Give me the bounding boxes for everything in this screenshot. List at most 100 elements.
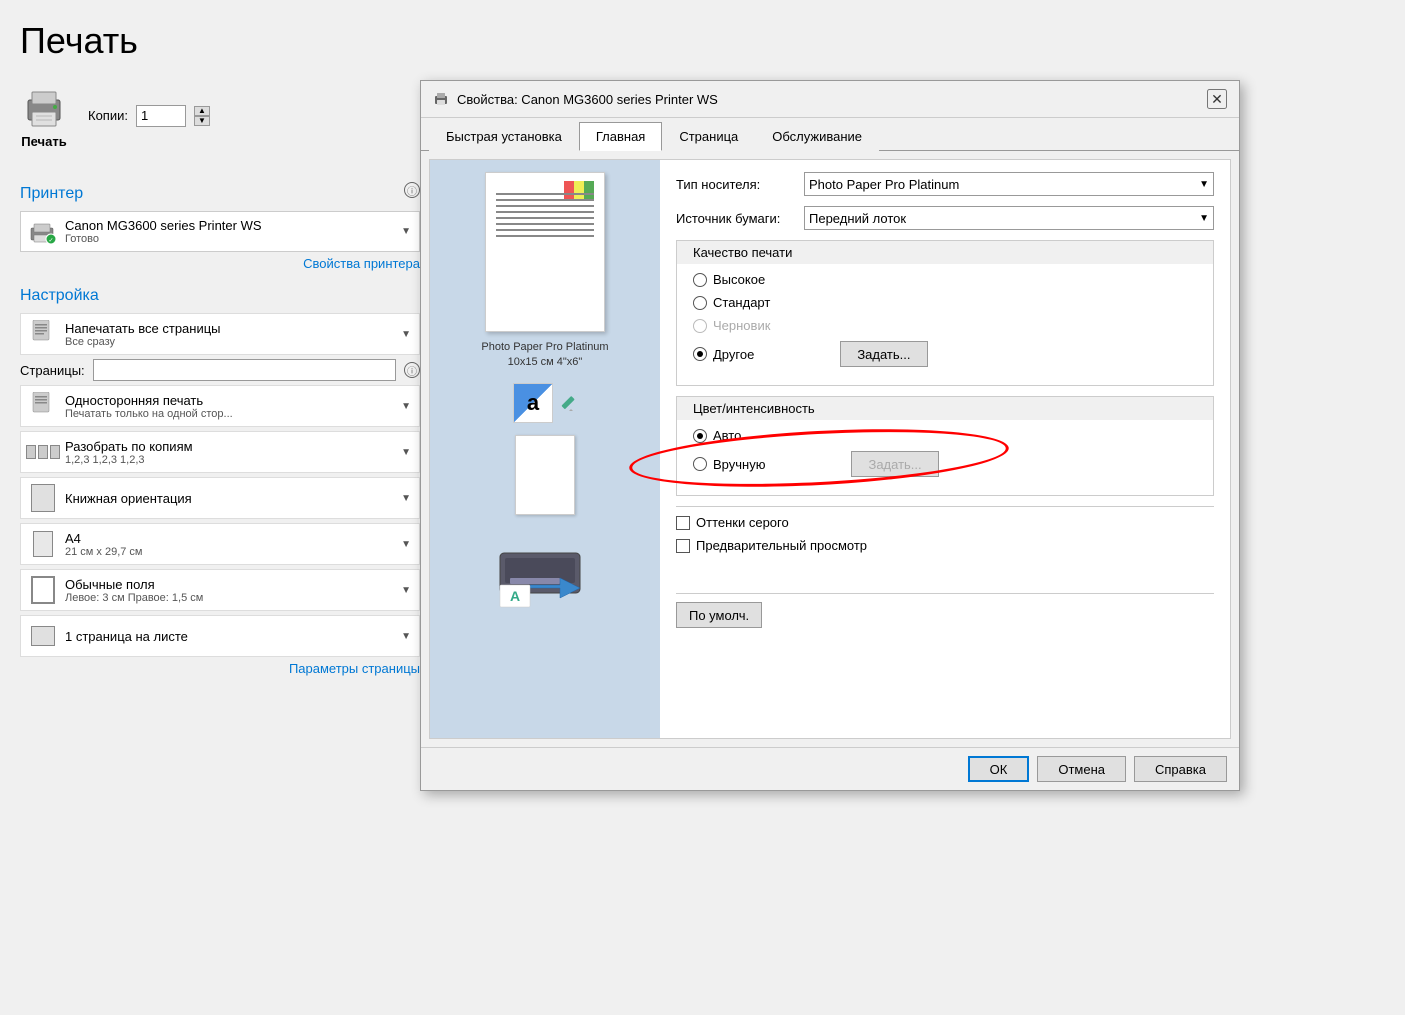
printer-icon	[20, 82, 68, 130]
media-type-select[interactable]: Photo Paper Pro Platinum ▼	[804, 172, 1214, 196]
printer-section-title: Принтер	[20, 185, 404, 203]
preview-line-1	[496, 193, 594, 195]
quality-radio-row-2: Черновик	[693, 318, 928, 333]
perpage-icon	[31, 626, 55, 646]
paper-size-icon	[33, 531, 53, 557]
pages-input[interactable]	[93, 359, 396, 381]
quality-radio-1[interactable]	[693, 296, 707, 310]
setup-item-3[interactable]: Книжная ориентация ▼	[20, 477, 420, 519]
color-radio-0[interactable]	[693, 429, 707, 443]
tab-page[interactable]: Страница	[662, 122, 755, 151]
setup-item-4[interactable]: А4 21 см х 29,7 см ▼	[20, 523, 420, 565]
printer-properties-link[interactable]: Свойства принтера	[20, 256, 420, 271]
printer-status: Готово	[65, 233, 393, 245]
setup-item-title-2: Разобрать по копиям	[65, 439, 393, 454]
setup-item-1[interactable]: Односторонняя печать Печатать только на …	[20, 385, 420, 427]
copies-input[interactable]	[136, 105, 186, 127]
grayscale-label: Оттенки серого	[696, 515, 789, 530]
collate-page-1	[26, 445, 36, 459]
paper-source-select[interactable]: Передний лоток ▼	[804, 206, 1214, 230]
dialog-footer: ОК Отмена Справка	[421, 747, 1239, 790]
print-button-label: Печать	[21, 134, 66, 149]
setup-item-5[interactable]: Обычные поля Левое: 3 см Правое: 1,5 см …	[20, 569, 420, 611]
setup-section: Напечатать все страницы Все сразу ▼ Стра…	[20, 313, 420, 657]
print-panel: Печать Печать Копии: ▲ ▼ Принтер ⓘ	[20, 20, 420, 676]
quality-radio-0[interactable]	[693, 273, 707, 287]
preview-line-5	[496, 217, 594, 219]
svg-text:✓: ✓	[48, 238, 53, 244]
setup-item-2[interactable]: Разобрать по копиям 1,2,3 1,2,3 1,2,3 ▼	[20, 431, 420, 473]
setup-item-title-1: Односторонняя печать	[65, 393, 393, 408]
quality-radios: Высокое Стандарт Черновик	[693, 272, 928, 375]
dialog-tabs: Быстрая установка Главная Страница Обслу…	[421, 122, 1239, 151]
print-icon-button[interactable]: Печать	[20, 82, 68, 149]
grayscale-row[interactable]: Оттенки серого	[676, 515, 1214, 530]
quality-radio-row-3[interactable]: Другое Задать...	[693, 341, 928, 367]
print-button-row: Печать Копии: ▲ ▼	[20, 82, 420, 149]
help-button[interactable]: Справка	[1134, 756, 1227, 782]
tab-quick-setup[interactable]: Быстрая установка	[429, 122, 579, 151]
printer-properties-dialog: Свойства: Canon MG3600 series Printer WS…	[420, 80, 1240, 791]
quality-label-1: Стандарт	[713, 295, 770, 310]
printer-selector[interactable]: ✓ Canon MG3600 series Printer WS Готово …	[20, 211, 420, 252]
setup-item-sub-2: 1,2,3 1,2,3 1,2,3	[65, 454, 393, 466]
po-umolch-row: По умолч.	[676, 602, 1214, 628]
preview-paper-type: Photo Paper Pro Platinum	[481, 341, 608, 353]
paper-source-dropdown-arrow: ▼	[1199, 213, 1209, 224]
copies-up-btn[interactable]: ▲	[194, 106, 210, 116]
setup-item-0[interactable]: Напечатать все страницы Все сразу ▼	[20, 313, 420, 355]
po-umolch-button[interactable]: По умолч.	[676, 602, 762, 628]
color-radios: Авто Вручную Задать...	[693, 428, 939, 485]
cancel-button[interactable]: Отмена	[1037, 756, 1126, 782]
setup-item-text-1: Односторонняя печать Печатать только на …	[65, 393, 393, 420]
ok-button[interactable]: ОК	[968, 756, 1030, 782]
setup-icon-1	[29, 392, 57, 420]
printer-info-icon[interactable]: ⓘ	[404, 182, 420, 198]
setup-icon-6	[29, 622, 57, 650]
setup-item-arrow-6: ▼	[401, 631, 411, 642]
setup-item-6[interactable]: 1 страница на листе ▼	[20, 615, 420, 657]
printer-status-icon: ✓	[29, 220, 57, 244]
media-type-row: Тип носителя: Photo Paper Pro Platinum ▼	[676, 172, 1214, 196]
quality-radio-2	[693, 319, 707, 333]
setup-item-sub-0: Все сразу	[65, 336, 393, 348]
preview-label-cb: Предварительный просмотр	[696, 538, 867, 553]
color-zadaty-button: Задать...	[851, 451, 938, 477]
quality-radio-row-0[interactable]: Высокое	[693, 272, 928, 287]
color-radio-row-0[interactable]: Авто	[693, 428, 939, 443]
collate-page-3	[50, 445, 60, 459]
quality-radio-row-1[interactable]: Стандарт	[693, 295, 928, 310]
quality-content: Высокое Стандарт Черновик	[693, 272, 1197, 375]
dialog-close-button[interactable]: ✕	[1207, 89, 1227, 109]
preview-paper-lines	[496, 193, 594, 241]
printer-name: Canon MG3600 series Printer WS	[65, 218, 393, 233]
quality-radio-3[interactable]	[693, 347, 707, 361]
tab-main[interactable]: Главная	[579, 122, 662, 151]
printer-small-icon: ✓	[29, 220, 57, 244]
setup-item-arrow-3: ▼	[401, 493, 411, 504]
quality-label-2: Черновик	[713, 318, 770, 333]
copies-down-btn[interactable]: ▼	[194, 116, 210, 126]
setup-item-arrow-2: ▼	[401, 447, 411, 458]
paper-source-row: Источник бумаги: Передний лоток ▼	[676, 206, 1214, 230]
a-letter: a	[527, 390, 539, 416]
page-params-link[interactable]: Параметры страницы	[20, 661, 420, 676]
margin-icon	[31, 576, 55, 604]
pages-info-icon[interactable]: ⓘ	[404, 362, 420, 378]
setup-icon-2	[29, 438, 57, 466]
dialog-preview: Photo Paper Pro Platinum 10x15 см 4"x6" …	[430, 160, 660, 738]
color-radio-1[interactable]	[693, 457, 707, 471]
setup-item-arrow-1: ▼	[401, 401, 411, 412]
preview-row[interactable]: Предварительный просмотр	[676, 538, 1214, 553]
quality-zadaty-button[interactable]: Задать...	[840, 341, 927, 367]
grayscale-checkbox[interactable]	[676, 516, 690, 530]
preview-checkbox[interactable]	[676, 539, 690, 553]
setup-item-sub-4: 21 см х 29,7 см	[65, 546, 393, 558]
all-pages-icon	[31, 320, 55, 348]
quality-label-0: Высокое	[713, 272, 765, 287]
a-icon-row: a	[513, 383, 577, 423]
svg-text:A: A	[510, 588, 520, 604]
setup-section-title: Настройка	[20, 287, 420, 305]
tab-maintenance[interactable]: Обслуживание	[755, 122, 879, 151]
color-radio-row-1[interactable]: Вручную Задать...	[693, 451, 939, 477]
